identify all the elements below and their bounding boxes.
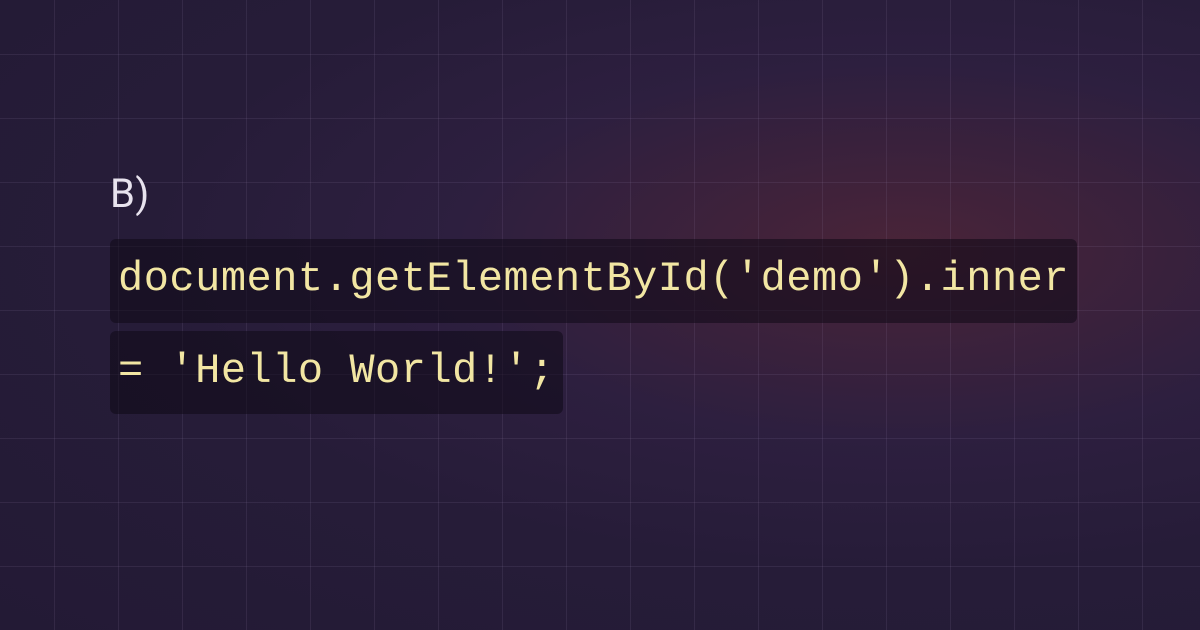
option-label: B) (110, 170, 1090, 217)
content-area: B) document.getElementById('demo').inner… (0, 0, 1200, 422)
code-line-2: = 'Hello World!'; (110, 331, 563, 415)
code-block: document.getElementById('demo').inner = … (110, 239, 1090, 422)
code-line-1: document.getElementById('demo').inner (110, 239, 1077, 323)
